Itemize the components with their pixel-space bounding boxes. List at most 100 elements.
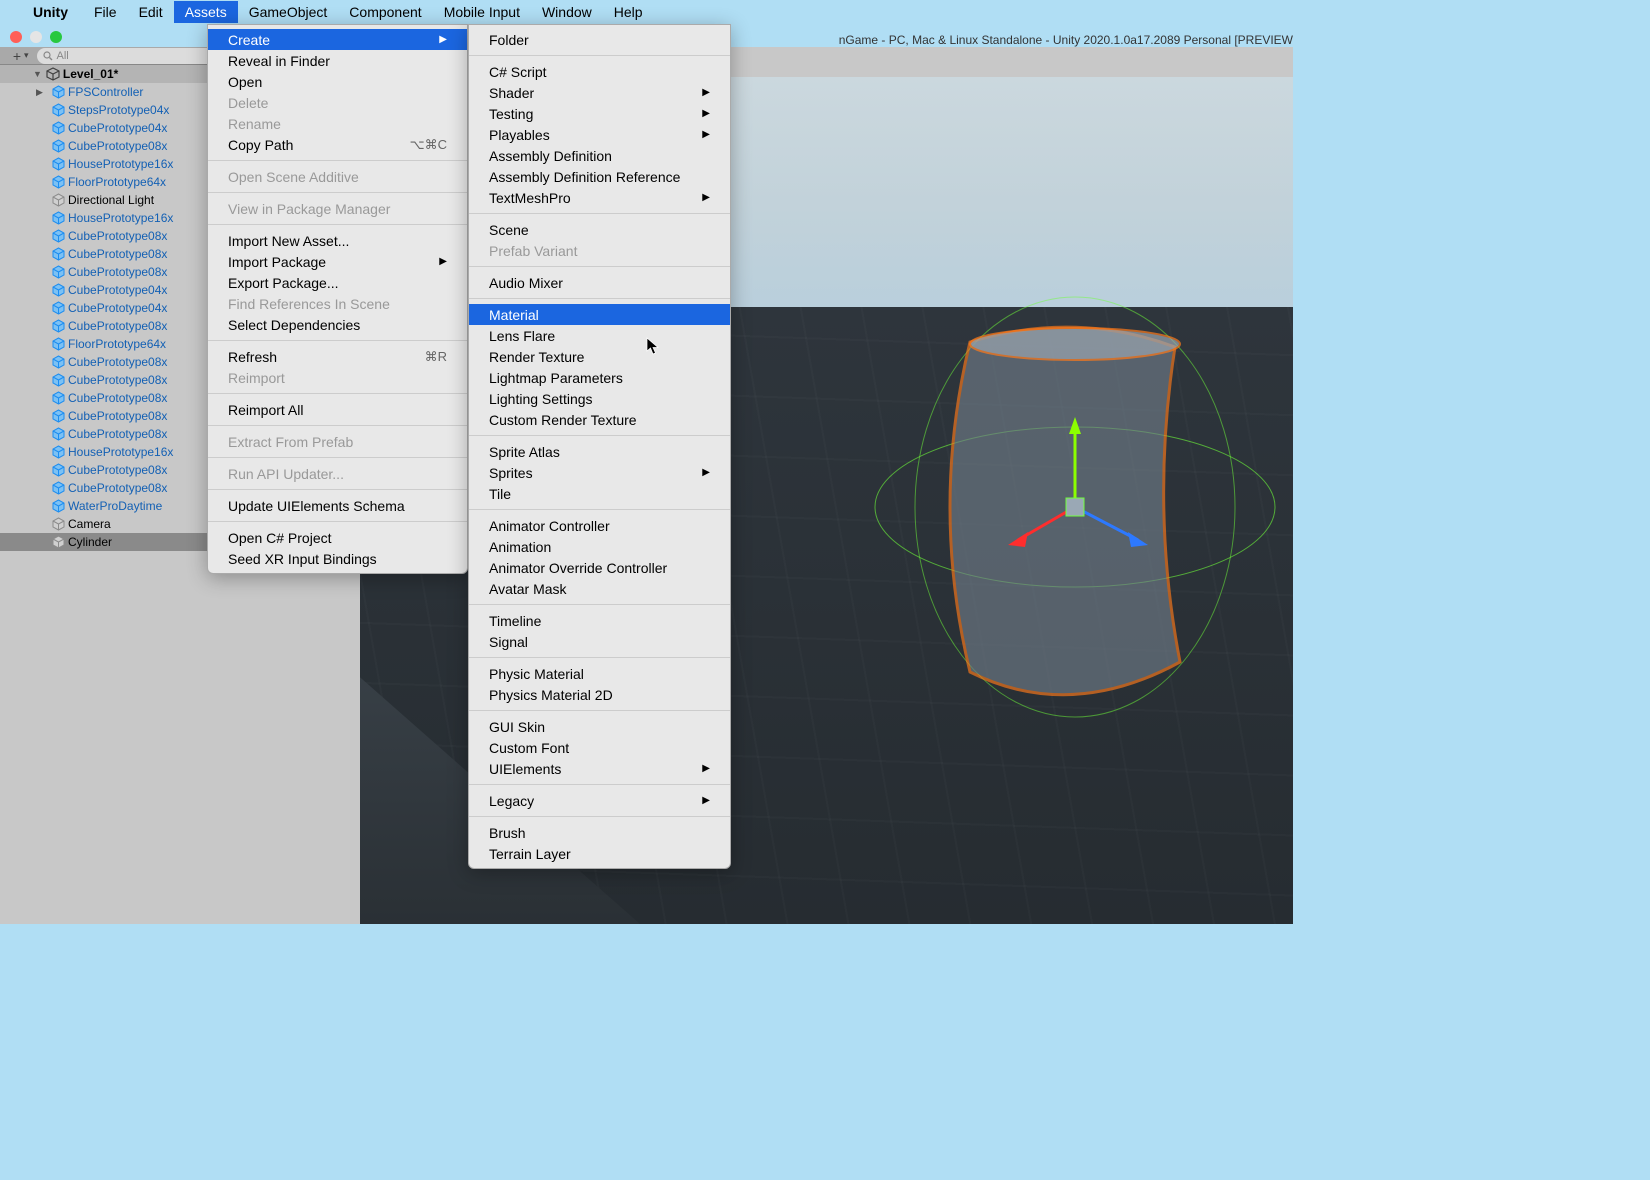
menu-item-lightmap-parameters[interactable]: Lightmap Parameters <box>469 367 730 388</box>
menu-item-label: Extract From Prefab <box>228 434 353 450</box>
menu-item-label: Open C# Project <box>228 530 332 546</box>
menu-item-playables[interactable]: Playables▶ <box>469 124 730 145</box>
menu-item-refresh[interactable]: Refresh⌘R <box>208 346 467 367</box>
menu-item-create[interactable]: Create▶ <box>208 29 467 50</box>
menu-item-update-uielements-schema[interactable]: Update UIElements Schema <box>208 495 467 516</box>
menu-item-tile[interactable]: Tile <box>469 483 730 504</box>
menu-item-reimport-all[interactable]: Reimport All <box>208 399 467 420</box>
menu-item-material[interactable]: Material <box>469 304 730 325</box>
menu-item-import-package[interactable]: Import Package▶ <box>208 251 467 272</box>
menu-item-shader[interactable]: Shader▶ <box>469 82 730 103</box>
submenu-arrow-icon: ▶ <box>702 795 710 806</box>
menu-item-assembly-definition-reference[interactable]: Assembly Definition Reference <box>469 166 730 187</box>
menu-item-label: Lightmap Parameters <box>489 370 623 386</box>
window-controls <box>10 31 62 43</box>
close-button[interactable] <box>10 31 22 43</box>
menu-item-terrain-layer[interactable]: Terrain Layer <box>469 843 730 864</box>
menu-item-animator-override-controller[interactable]: Animator Override Controller <box>469 557 730 578</box>
hierarchy-item-label: CubePrototype08x <box>68 319 167 333</box>
menu-item-uielements[interactable]: UIElements▶ <box>469 758 730 779</box>
menu-window[interactable]: Window <box>531 1 603 23</box>
prefab-cube-icon <box>50 211 66 226</box>
menu-help[interactable]: Help <box>603 1 654 23</box>
hierarchy-item-label: CubePrototype08x <box>68 373 167 387</box>
menu-item-label: Update UIElements Schema <box>228 498 405 514</box>
menu-shortcut: ⌘R <box>425 349 447 365</box>
menu-item-testing[interactable]: Testing▶ <box>469 103 730 124</box>
menu-item-lens-flare[interactable]: Lens Flare <box>469 325 730 346</box>
menu-item-label: Create <box>228 32 270 48</box>
gizmo-center-icon[interactable] <box>1066 498 1084 516</box>
menu-item-folder[interactable]: Folder <box>469 29 730 50</box>
menu-item-seed-xr-input-bindings[interactable]: Seed XR Input Bindings <box>208 548 467 569</box>
menu-assets[interactable]: Assets <box>174 1 238 23</box>
prefab-cube-icon <box>50 355 66 370</box>
menu-component[interactable]: Component <box>338 1 432 23</box>
submenu-arrow-icon: ▶ <box>439 256 447 267</box>
menu-item-import-new-asset-[interactable]: Import New Asset... <box>208 230 467 251</box>
menu-item-label: Tile <box>489 486 511 502</box>
submenu-arrow-icon: ▶ <box>702 108 710 119</box>
menu-item-c-script[interactable]: C# Script <box>469 61 730 82</box>
menu-item-physics-material-2d[interactable]: Physics Material 2D <box>469 684 730 705</box>
menu-item-lighting-settings[interactable]: Lighting Settings <box>469 388 730 409</box>
menu-item-sprites[interactable]: Sprites▶ <box>469 462 730 483</box>
menu-item-label: Timeline <box>489 613 541 629</box>
menu-item-label: Reveal in Finder <box>228 53 330 69</box>
menu-item-copy-path[interactable]: Copy Path⌥⌘C <box>208 134 467 155</box>
prefab-cube-icon <box>50 175 66 190</box>
menu-separator <box>208 393 467 394</box>
submenu-arrow-icon: ▶ <box>702 192 710 203</box>
menu-item-animation[interactable]: Animation <box>469 536 730 557</box>
menu-item-sprite-atlas[interactable]: Sprite Atlas <box>469 441 730 462</box>
prefab-cube-icon <box>50 481 66 496</box>
add-dropdown-icon[interactable]: ▾ <box>24 50 29 61</box>
hierarchy-item-label: CubePrototype08x <box>68 427 167 441</box>
menu-item-audio-mixer[interactable]: Audio Mixer <box>469 272 730 293</box>
menu-item-label: Audio Mixer <box>489 275 563 291</box>
menu-item-scene[interactable]: Scene <box>469 219 730 240</box>
minimize-button[interactable] <box>30 31 42 43</box>
menu-item-open-c-project[interactable]: Open C# Project <box>208 527 467 548</box>
menu-item-animator-controller[interactable]: Animator Controller <box>469 515 730 536</box>
hierarchy-item-label: CubePrototype04x <box>68 283 167 297</box>
menu-item-open[interactable]: Open <box>208 71 467 92</box>
menu-item-custom-render-texture[interactable]: Custom Render Texture <box>469 409 730 430</box>
zoom-button[interactable] <box>50 31 62 43</box>
menu-item-legacy[interactable]: Legacy▶ <box>469 790 730 811</box>
menu-item-reveal-in-finder[interactable]: Reveal in Finder <box>208 50 467 71</box>
create-submenu: Folder C# ScriptShader▶Testing▶Playables▶… <box>468 24 731 869</box>
selected-object-cylinder[interactable] <box>870 292 1280 722</box>
hierarchy-item-label: CubePrototype04x <box>68 121 167 135</box>
menu-item-signal[interactable]: Signal <box>469 631 730 652</box>
menu-item-brush[interactable]: Brush <box>469 822 730 843</box>
hierarchy-item-label: CubePrototype08x <box>68 355 167 369</box>
menu-item-render-texture[interactable]: Render Texture <box>469 346 730 367</box>
menu-separator <box>469 435 730 436</box>
menu-item-delete: Delete <box>208 92 467 113</box>
menu-file[interactable]: File <box>83 1 128 23</box>
menu-item-label: Animator Controller <box>489 518 610 534</box>
menu-mobile-input[interactable]: Mobile Input <box>433 1 531 23</box>
prefab-cube-icon <box>50 427 66 442</box>
menu-item-export-package-[interactable]: Export Package... <box>208 272 467 293</box>
menu-edit[interactable]: Edit <box>128 1 174 23</box>
menu-item-gui-skin[interactable]: GUI Skin <box>469 716 730 737</box>
window-title: nGame - PC, Mac & Linux Standalone - Uni… <box>839 33 1293 47</box>
menu-item-label: Custom Render Texture <box>489 412 637 428</box>
menu-item-timeline[interactable]: Timeline <box>469 610 730 631</box>
menu-item-textmeshpro[interactable]: TextMeshPro▶ <box>469 187 730 208</box>
menu-item-avatar-mask[interactable]: Avatar Mask <box>469 578 730 599</box>
hierarchy-item-label: CubePrototype04x <box>68 301 167 315</box>
foldout-icon[interactable]: ▼ <box>33 69 42 79</box>
menu-gameobject[interactable]: GameObject <box>238 1 339 23</box>
menu-item-custom-font[interactable]: Custom Font <box>469 737 730 758</box>
menu-item-label: Run API Updater... <box>228 466 344 482</box>
menu-item-prefab-variant: Prefab Variant <box>469 240 730 261</box>
menu-item-physic-material[interactable]: Physic Material <box>469 663 730 684</box>
app-name[interactable]: Unity <box>22 1 79 23</box>
menu-item-assembly-definition[interactable]: Assembly Definition <box>469 145 730 166</box>
menu-item-select-dependencies[interactable]: Select Dependencies <box>208 314 467 335</box>
foldout-icon[interactable]: ▶ <box>36 87 48 98</box>
prefab-cube-icon <box>50 319 66 334</box>
